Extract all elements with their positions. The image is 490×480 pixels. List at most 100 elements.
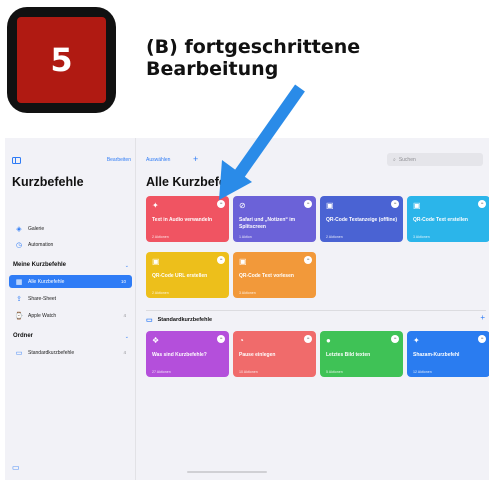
card-subtitle: 2 Aktionen [326, 235, 343, 239]
message-icon: ● [326, 336, 331, 345]
sidebar-item-apple-watch[interactable]: ⌚ Apple Watch 4 [9, 309, 132, 322]
sidebar-item-automation[interactable]: ◷ Automation [9, 238, 132, 251]
sidebar-item-count: 4 [123, 313, 126, 318]
search-icon: ⌕ [393, 156, 396, 163]
folder-icon: ▭ [146, 317, 153, 324]
card-title: Was sind Kurzbefehle? [152, 352, 207, 358]
more-options-icon[interactable] [304, 334, 312, 343]
ipad-screen: 12:26 Freitag 11. Nov. ᯤ 38 % ▭ Bearbeit… [5, 138, 489, 480]
shazam-icon: ✦ [413, 336, 420, 345]
clock-icon: ◷ [15, 241, 23, 249]
sidebar-item-label: Apple Watch [28, 312, 57, 319]
sidebar-item-label: Alle Kurzbefehle [28, 278, 65, 285]
folder-icon: ▭ [15, 349, 23, 357]
shortcut-card[interactable]: ● Letztes Bild texten 5 Aktionen [320, 331, 403, 377]
sidebar-item-count: 10 [120, 279, 126, 284]
search-input[interactable]: ⌕ Suchen [387, 153, 483, 166]
shortcut-card[interactable]: ✦ Text in Audio verwandeln 2 Aktionen [146, 196, 229, 242]
card-title: QR-Code URL erstellen [152, 273, 208, 279]
chevron-down-icon[interactable]: ⌄ [125, 334, 129, 340]
card-title: Pause einlegen [239, 352, 276, 358]
sidebar-item-count: 4 [123, 350, 126, 355]
folder-title: Standardkurzbefehle [157, 317, 213, 323]
sidebar-title: Kurzbefehle [12, 175, 84, 189]
add-to-folder-button[interactable]: + [480, 313, 485, 322]
new-folder-icon[interactable]: ▭ [12, 463, 20, 472]
qr-icon: ▣ [152, 257, 160, 266]
more-options-icon[interactable] [217, 199, 225, 208]
compass-icon: ⊘ [239, 201, 246, 210]
shortcut-card[interactable]: ▣ QR-Code URL erstellen 2 Aktionen [146, 252, 229, 298]
sidebar-item-label: Galerie [28, 225, 45, 232]
card-title: Letztes Bild texten [326, 352, 371, 358]
more-options-icon[interactable] [391, 334, 399, 343]
sidebar: Bearbeiten Kurzbefehle ◈ Galerie ◷ Autom… [5, 138, 136, 480]
shortcut-card[interactable]: ▣ QR-Code Text erstellen 3 Aktionen [407, 196, 489, 242]
sidebar-item-galerie[interactable]: ◈ Galerie [9, 222, 132, 235]
sidebar-item-standard-folder[interactable]: ▭ Standardkurzbefehle 4 [9, 346, 132, 359]
more-options-icon[interactable] [217, 255, 225, 264]
timer-icon: ◔ [239, 336, 244, 345]
card-title: Safari und „Notizen“ im Splitscreen [239, 217, 296, 230]
shortcuts-icon: ❖ [152, 336, 160, 345]
card-title: QR-Code Textanzeige (offline) [326, 217, 398, 223]
card-title: QR-Code Text vorlesen [239, 273, 294, 279]
shortcut-card[interactable]: ▣ QR-Code Text vorlesen 3 Aktionen [233, 252, 316, 298]
more-options-icon[interactable] [304, 255, 312, 264]
more-options-icon[interactable] [478, 334, 486, 343]
main-content: Auswählen + ⌕ Suchen Alle Kurzbefehle ✦ … [137, 138, 489, 480]
card-subtitle: 2 Aktionen [152, 235, 169, 239]
card-subtitle: 1 Aktion [239, 235, 252, 239]
qr-icon: ▣ [326, 201, 334, 210]
more-options-icon[interactable] [391, 199, 399, 208]
card-subtitle: 5 Aktionen [326, 370, 343, 374]
step-number: 5 [50, 41, 73, 79]
search-placeholder: Suchen [398, 156, 416, 163]
card-subtitle: 3 Aktionen [413, 235, 430, 239]
more-options-icon[interactable] [217, 334, 225, 343]
shortcut-card[interactable]: ❖ Was sind Kurzbefehle? 27 Aktionen [146, 331, 229, 377]
sidebar-item-label: Automation [28, 241, 54, 248]
section-title-folders: Ordner [13, 333, 34, 339]
edit-button[interactable]: Bearbeiten [107, 157, 131, 163]
more-options-icon[interactable] [304, 199, 312, 208]
step-title-line1: (B) fortgeschrittene [146, 36, 361, 58]
sparkle-icon: ✦ [152, 201, 159, 210]
watch-icon: ⌚ [14, 312, 24, 320]
shortcut-card[interactable]: ◔ Pause einlegen 10 Aktionen [233, 331, 316, 377]
select-button[interactable]: Auswählen [146, 157, 170, 163]
card-subtitle: 10 Aktionen [239, 370, 258, 374]
more-options-icon[interactable] [478, 199, 486, 208]
step-title-line2: Bearbeitung [146, 58, 279, 80]
sidebar-item-all-shortcuts[interactable]: ▦ Alle Kurzbefehle 10 [9, 275, 132, 288]
card-subtitle: 12 Aktionen [413, 370, 432, 374]
card-title: QR-Code Text erstellen [413, 217, 468, 223]
shortcut-card[interactable]: ▣ QR-Code Textanzeige (offline) 2 Aktion… [320, 196, 403, 242]
sidebar-toggle-icon[interactable] [12, 157, 21, 164]
sidebar-item-label: Share-Sheet [28, 295, 57, 302]
folder-section-header[interactable]: ▭ Standardkurzbefehle [146, 315, 486, 325]
sidebar-item-label: Standardkurzbefehle [28, 349, 75, 356]
add-shortcut-button[interactable]: + [193, 154, 198, 164]
chevron-down-icon[interactable]: ⌄ [125, 263, 129, 269]
shortcut-card[interactable]: ✦ Shazam-Kurzbefehl 12 Aktionen [407, 331, 489, 377]
step-title: (B) fortgeschrittene Bearbeitung [146, 36, 446, 80]
card-subtitle: 27 Aktionen [152, 370, 171, 374]
step-badge: 5 [7, 7, 116, 113]
card-title: Text in Audio verwandeln [152, 217, 213, 223]
qr-icon: ▣ [239, 257, 247, 266]
grid-icon: ▦ [15, 278, 23, 286]
qr-icon: ▣ [413, 201, 421, 210]
card-title: Shazam-Kurzbefehl [413, 352, 460, 358]
card-subtitle: 2 Aktionen [152, 291, 169, 295]
divider [146, 310, 486, 311]
layers-icon: ◈ [16, 225, 22, 233]
section-title-my-shortcuts: Meine Kurzbefehle [13, 262, 67, 268]
sidebar-item-share-sheet[interactable]: ⇪ Share-Sheet [9, 292, 132, 305]
share-icon: ⇪ [16, 295, 22, 303]
page-title: Alle Kurzbefehle [146, 175, 244, 189]
step-badge-inner: 5 [17, 17, 106, 103]
card-subtitle: 3 Aktionen [239, 291, 256, 295]
home-indicator [187, 471, 267, 473]
shortcut-card[interactable]: ⊘ Safari und „Notizen“ im Splitscreen 1 … [233, 196, 316, 242]
